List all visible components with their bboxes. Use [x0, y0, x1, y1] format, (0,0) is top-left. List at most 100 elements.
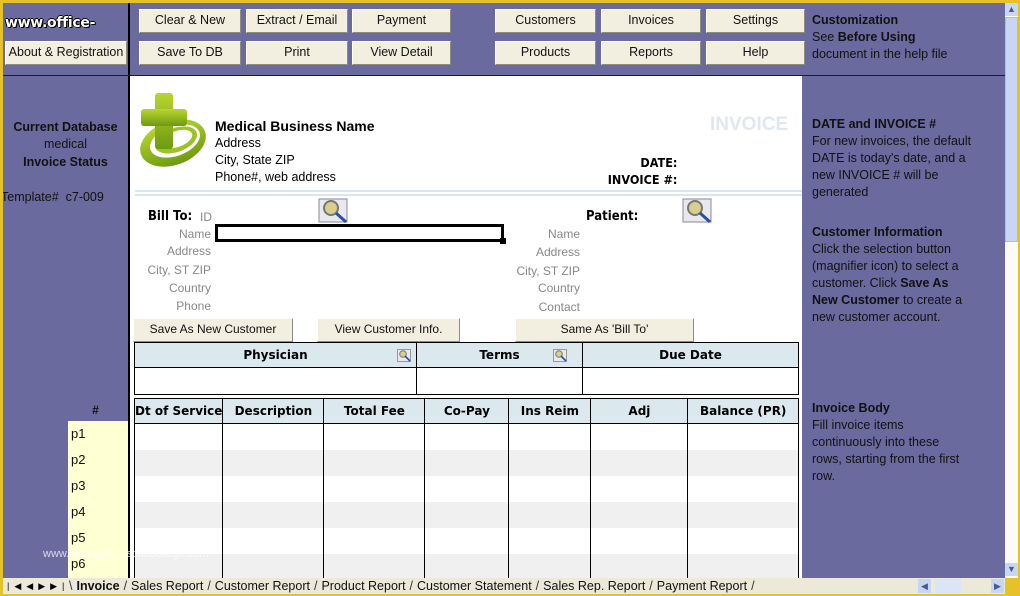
scroll-right-arrow-icon[interactable]: ▶	[991, 579, 1004, 593]
item-cell[interactable]	[687, 449, 799, 476]
item-cell[interactable]	[323, 475, 426, 502]
table-row	[133, 449, 799, 476]
item-cell[interactable]	[222, 475, 325, 502]
note-heading: Invoice Body	[812, 401, 890, 415]
item-cell[interactable]	[323, 449, 426, 476]
item-cell[interactable]	[323, 501, 426, 528]
col-header-dt-of-service: Dt of Service	[133, 398, 224, 424]
scroll-thumb[interactable]	[1005, 17, 1018, 242]
item-cell[interactable]	[508, 553, 592, 578]
patient-lookup-magnifier-icon[interactable]	[682, 198, 714, 224]
item-cell[interactable]	[222, 501, 325, 528]
sheet-tab-payment-report[interactable]: Payment Report	[653, 578, 751, 595]
item-cell[interactable]	[590, 423, 689, 450]
sheet-tab-customer-report[interactable]: Customer Report	[211, 578, 314, 595]
last-sheet-icon[interactable]: ▶|	[50, 581, 69, 591]
physician-cell[interactable]	[134, 367, 417, 395]
item-cell[interactable]	[424, 553, 510, 578]
item-cell[interactable]	[323, 423, 426, 450]
item-cell[interactable]	[424, 475, 510, 502]
print-button[interactable]: Print	[246, 41, 348, 65]
item-cell[interactable]	[222, 423, 325, 450]
item-cell[interactable]	[687, 475, 799, 502]
item-cell[interactable]	[323, 553, 426, 578]
terms-lookup-magnifier-icon[interactable]	[553, 349, 567, 362]
invoices-button[interactable]: Invoices	[601, 9, 701, 33]
save-as-new-customer-button[interactable]: Save As New Customer	[133, 318, 293, 342]
vertical-scrollbar[interactable]: ▲ ▼	[1005, 3, 1018, 578]
item-cell[interactable]	[508, 449, 592, 476]
bill-to-name-input[interactable]	[215, 224, 506, 244]
customer-lookup-magnifier-icon[interactable]	[318, 198, 350, 224]
business-name[interactable]: Medical Business Name	[215, 118, 375, 135]
col-header-description: Description	[222, 398, 325, 424]
item-cell[interactable]	[222, 553, 325, 578]
item-cell[interactable]	[133, 501, 224, 528]
due-date-header: Due Date	[582, 342, 799, 368]
terms-cell[interactable]	[416, 367, 583, 395]
sheet-tab-product-report[interactable]: Product Report	[317, 578, 409, 595]
scroll-left-arrow-icon[interactable]: ◀	[918, 579, 931, 593]
physician-header-label: Physician	[243, 348, 308, 362]
sheet-tab-invoice[interactable]: Invoice	[72, 578, 123, 595]
scroll-up-arrow-icon[interactable]: ▲	[1005, 3, 1018, 16]
item-cell[interactable]	[590, 553, 689, 578]
horizontal-scrollbar[interactable]: ◀ ▶	[918, 579, 1005, 593]
item-cell[interactable]	[424, 449, 510, 476]
save-to-db-button[interactable]: Save To DB	[139, 41, 241, 65]
physician-lookup-magnifier-icon[interactable]	[397, 349, 411, 362]
view-customer-info-button[interactable]: View Customer Info.	[317, 318, 460, 342]
view-detail-button[interactable]: View Detail	[352, 41, 451, 65]
next-sheet-icon[interactable]: ▶	[38, 581, 50, 591]
terms-header: Terms	[416, 342, 583, 368]
business-phone-web[interactable]: Phone#, web address	[215, 169, 375, 186]
item-cell[interactable]	[590, 527, 689, 554]
template-number: Template# c7-009	[3, 190, 104, 204]
reports-button[interactable]: Reports	[601, 41, 701, 65]
item-cell[interactable]	[508, 423, 592, 450]
col-header-balance: Balance (PR)	[687, 398, 799, 424]
item-cell[interactable]	[687, 423, 799, 450]
item-cell[interactable]	[424, 527, 510, 554]
item-cell[interactable]	[687, 501, 799, 528]
business-address[interactable]: Address	[215, 135, 375, 152]
sheet-tab-sales-rep-report[interactable]: Sales Rep. Report	[539, 578, 649, 595]
note-body: Fill invoice items continuously into the…	[812, 418, 960, 483]
item-cell[interactable]	[590, 475, 689, 502]
due-date-cell[interactable]	[582, 367, 799, 395]
item-cell[interactable]	[424, 423, 510, 450]
item-cell[interactable]	[424, 501, 510, 528]
item-cell[interactable]	[687, 527, 799, 554]
site-logo[interactable]: www.office-kit.com	[5, 10, 127, 57]
item-cell[interactable]	[133, 423, 224, 450]
extract-email-button[interactable]: Extract / Email	[246, 9, 348, 33]
business-city-state-zip[interactable]: City, State ZIP	[215, 152, 375, 169]
note-text: document in the help file	[812, 47, 948, 61]
item-cell[interactable]	[133, 449, 224, 476]
medical-cross-logo-icon	[140, 93, 206, 167]
item-cell[interactable]	[687, 553, 799, 578]
item-cell[interactable]	[133, 475, 224, 502]
item-cell[interactable]	[323, 527, 426, 554]
about-registration-button[interactable]: About & Registration	[5, 41, 127, 65]
item-cell[interactable]	[222, 449, 325, 476]
item-cell[interactable]	[508, 527, 592, 554]
item-cell[interactable]	[222, 527, 325, 554]
sheet-tab-sales-report[interactable]: Sales Report	[127, 578, 207, 595]
item-cell[interactable]	[508, 501, 592, 528]
first-sheet-icon[interactable]: |◀	[7, 581, 26, 591]
prev-sheet-icon[interactable]: ◀	[26, 581, 38, 591]
item-cell[interactable]	[508, 475, 592, 502]
same-as-bill-to-button[interactable]: Same As 'Bill To'	[515, 318, 694, 342]
customers-button[interactable]: Customers	[495, 9, 596, 33]
payment-button[interactable]: Payment	[352, 9, 451, 33]
settings-button[interactable]: Settings	[706, 9, 805, 33]
help-button[interactable]: Help	[706, 41, 805, 65]
item-cell[interactable]	[590, 501, 689, 528]
scroll-down-arrow-icon[interactable]: ▼	[1005, 563, 1018, 576]
clear-new-button[interactable]: Clear & New	[139, 9, 241, 33]
products-button[interactable]: Products	[495, 41, 596, 65]
item-cell[interactable]	[590, 449, 689, 476]
sheet-tab-customer-statement[interactable]: Customer Statement	[413, 578, 536, 595]
hscroll-thumb[interactable]	[935, 579, 961, 593]
